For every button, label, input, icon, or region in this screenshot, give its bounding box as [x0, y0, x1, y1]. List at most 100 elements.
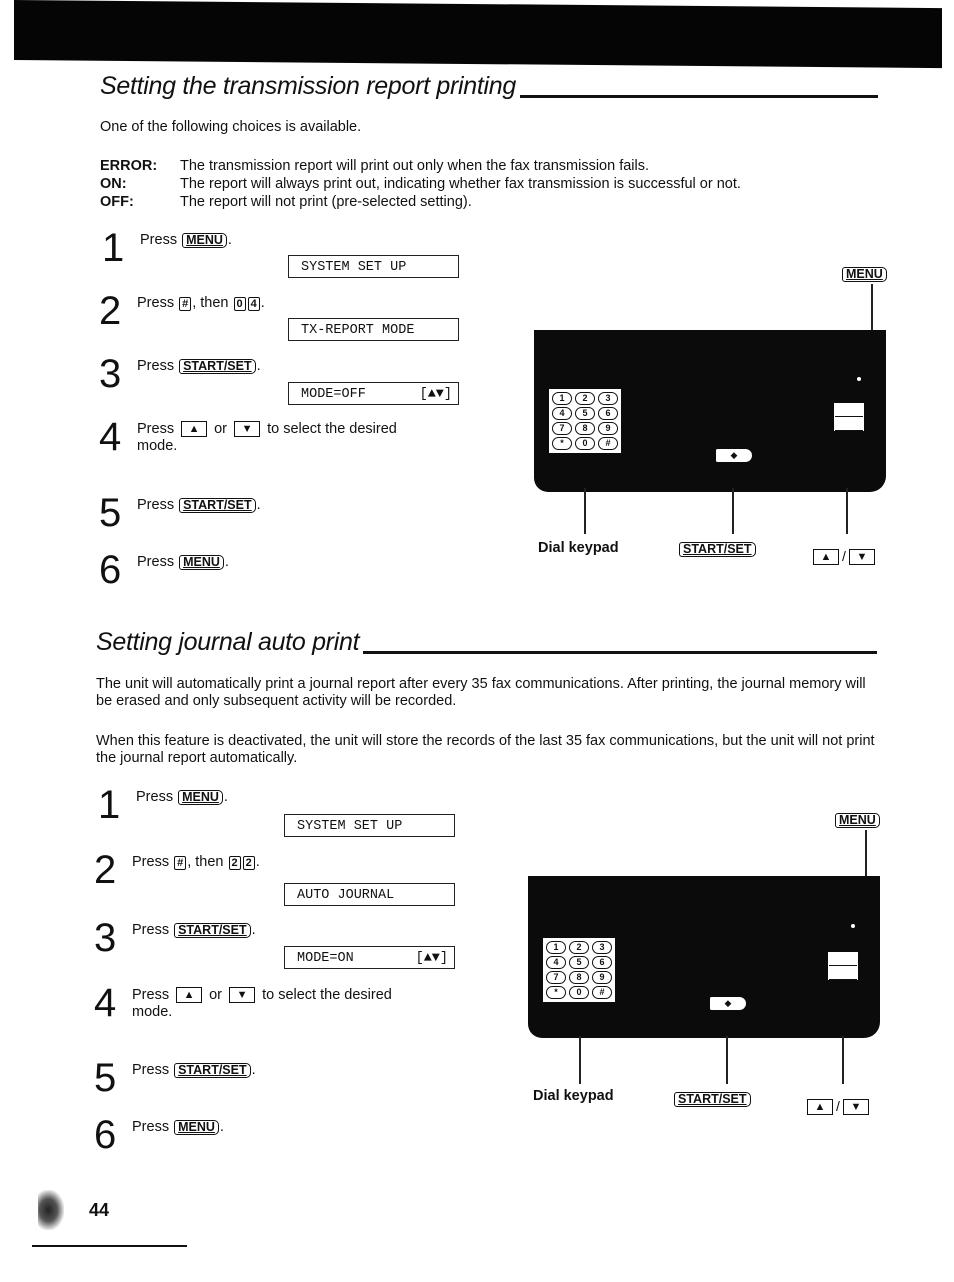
step-number: 1: [98, 783, 121, 827]
choice-key: ERROR:: [100, 158, 158, 174]
callout-line: [732, 488, 734, 534]
step-text: Press MENU.: [136, 787, 228, 806]
choice-desc: The report will not print (pre-selected …: [180, 194, 472, 210]
step-text: Press MENU.: [137, 552, 229, 571]
keypad-key: *: [552, 437, 572, 450]
keypad-key: 9: [598, 422, 618, 435]
step-post: .: [256, 358, 261, 374]
step-post: .: [260, 295, 265, 311]
keypad-key: 1: [546, 941, 566, 954]
choice-on: ON: The report will always print out, ind…: [100, 175, 860, 193]
lcd-text: SYSTEM SET UP: [301, 260, 407, 275]
step-text: Press MENU.: [132, 1117, 224, 1136]
callout-line: [846, 488, 848, 534]
step-text: Press START/SET.: [132, 1060, 256, 1079]
lcd-display: SYSTEM SET UP: [288, 255, 459, 278]
step-post: .: [224, 554, 229, 570]
step-pre: Press: [137, 358, 179, 374]
up-arrow-key: ▲: [813, 549, 839, 566]
step-post: .: [223, 789, 228, 805]
step-post2: mode.: [137, 438, 178, 454]
choice-key: OFF:: [100, 194, 134, 210]
step-2: 2 Press #, then 22.: [94, 850, 260, 890]
step-1: 1 Press MENU.: [102, 226, 232, 270]
step-pre: Press: [137, 554, 179, 570]
lcd-display: SYSTEM SET UP: [284, 814, 455, 837]
dial-keypad: 1 2 3 4 5 6 7 8 9 * 0 #: [543, 938, 615, 1002]
step-5: 5 Press START/SET.: [99, 491, 261, 535]
step-2: 2 Press #, then 04.: [99, 291, 265, 331]
lcd-text: MODE=ON: [297, 951, 354, 966]
callout-line: [579, 1036, 581, 1084]
keypad-key: 6: [592, 956, 612, 969]
step-4: 4 Press ▲ or ▼ to select the desired mode…: [99, 415, 397, 459]
indicator-light: [851, 924, 855, 928]
keypad-key: 5: [569, 956, 589, 969]
step-pre: Press: [137, 497, 179, 513]
digit-key: 2: [242, 856, 255, 870]
step-number: 1: [102, 226, 125, 270]
menu-key: MENU: [179, 555, 224, 570]
lcd-text: AUTO JOURNAL: [297, 888, 395, 903]
menu-key-label: MENU: [835, 813, 880, 828]
step-post: .: [251, 1062, 256, 1078]
choice-error: ERROR: The transmission report will print…: [100, 157, 860, 175]
keypad-key: 0: [575, 437, 595, 450]
lcd-text: SYSTEM SET UP: [297, 819, 403, 834]
step-number: 6: [99, 548, 122, 592]
step-text: Press START/SET.: [137, 356, 261, 375]
dial-keypad-label: Dial keypad: [533, 1088, 614, 1104]
arrow-keys: [834, 403, 864, 431]
step-pre: Press: [132, 854, 174, 870]
step-pre: Press: [132, 987, 174, 1003]
start-set-key: START/SET: [179, 498, 256, 513]
step-number: 4: [99, 415, 122, 459]
choices-list: ERROR: The transmission report will print…: [100, 157, 860, 211]
choice-desc: The transmission report will print out o…: [180, 158, 650, 174]
separator: /: [836, 1098, 840, 1114]
callout-line: [726, 1036, 728, 1084]
keypad-key: 5: [575, 407, 595, 420]
hash-key: #: [179, 297, 192, 311]
digit-key: 0: [233, 297, 246, 311]
keypad-key: 7: [552, 422, 572, 435]
keypad-key: 8: [569, 971, 589, 984]
lcd-display: MODE=OFF [▲▼]: [288, 382, 459, 405]
start-set-key: START/SET: [179, 359, 256, 374]
section-title-text: Setting journal auto print: [96, 628, 360, 656]
dial-keypad-label: Dial keypad: [538, 540, 619, 556]
down-arrow-key: ▼: [229, 987, 256, 1004]
start-set-label: START/SET: [679, 542, 756, 557]
step-pre: Press: [140, 232, 182, 248]
digit-key: 2: [228, 856, 241, 870]
intro-text: One of the following choices is availabl…: [100, 119, 362, 135]
callout-line: [842, 1036, 844, 1084]
choice-off: OFF: The report will not print (pre-selec…: [100, 193, 860, 211]
lcd-text: TX-REPORT MODE: [301, 323, 415, 338]
step-number: 5: [99, 491, 122, 535]
step-number: 3: [99, 352, 122, 396]
lcd-display: AUTO JOURNAL: [284, 883, 455, 906]
paragraph-1: The unit will automatically print a jour…: [96, 676, 866, 709]
start-set-key: START/SET: [174, 923, 251, 938]
title-rule: [363, 651, 878, 654]
start-set-key: START/SET: [174, 1063, 251, 1078]
step-pre: Press: [137, 421, 179, 437]
keypad-key: 8: [575, 422, 595, 435]
step-1: 1 Press MENU.: [98, 783, 228, 827]
page-edge-mark: [38, 1190, 64, 1230]
step-text: Press START/SET.: [132, 920, 256, 939]
up-arrow-key: ▲: [181, 421, 208, 438]
step-text: Press MENU.: [140, 230, 232, 249]
keypad-key: 2: [569, 941, 589, 954]
lcd-text: MODE=OFF: [301, 387, 366, 402]
step-4: 4 Press ▲ or ▼ to select the desired mode…: [94, 983, 392, 1023]
step-text: Press #, then 04.: [137, 293, 265, 312]
start-button: ◆: [710, 997, 746, 1010]
keypad-key: 0: [569, 986, 589, 999]
keypad-key: 4: [552, 407, 572, 420]
step-or: or: [205, 987, 227, 1003]
callout-line: [865, 830, 867, 882]
step-post: to select the desired: [258, 987, 392, 1003]
indicator-light: [857, 377, 861, 381]
